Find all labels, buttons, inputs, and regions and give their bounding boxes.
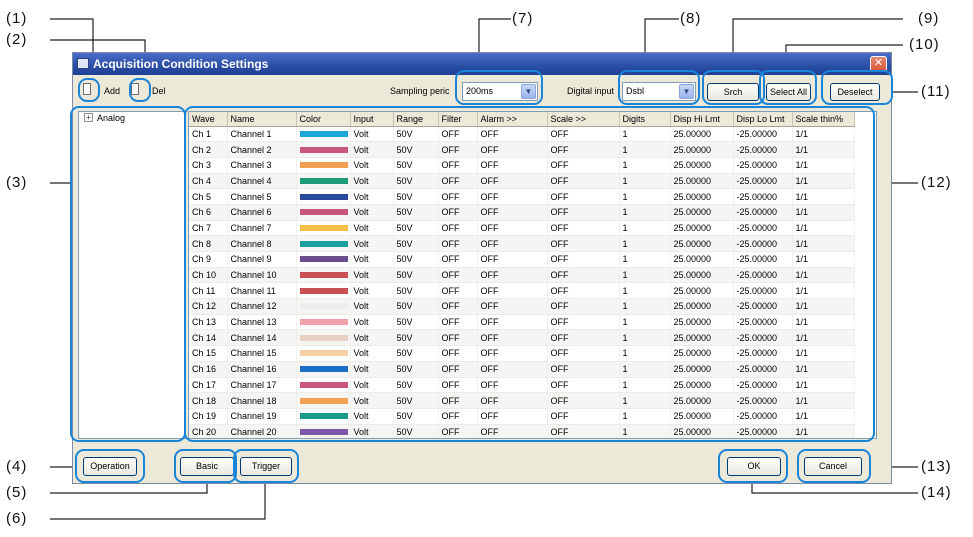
highlight-deselect [821, 70, 893, 105]
window-title: Acquisition Condition Settings [93, 57, 269, 71]
callout-13: (13) [921, 458, 952, 475]
highlight-basic [174, 449, 237, 483]
callout-3: (3) [6, 174, 28, 191]
callout-4: (4) [6, 458, 28, 475]
callout-8: (8) [680, 10, 702, 27]
sampling-period-label: Sampling peric [390, 86, 450, 96]
callout-1: (1) [6, 10, 28, 27]
highlight-digital [618, 70, 700, 105]
delete-button[interactable]: Del [152, 85, 166, 97]
highlight-del [129, 78, 151, 102]
add-button[interactable]: Add [104, 85, 120, 97]
highlight-search [702, 70, 765, 105]
callout-2: (2) [6, 31, 28, 48]
highlight-select-all [759, 70, 817, 105]
highlight-trigger [233, 449, 299, 483]
callout-line-6 [50, 478, 266, 520]
highlight-operation [75, 449, 145, 483]
highlight-add [78, 78, 100, 102]
callout-10: (10) [909, 36, 940, 53]
callout-9: (9) [918, 10, 940, 27]
highlight-cancel [797, 449, 871, 483]
callout-7: (7) [512, 10, 534, 27]
highlight-sampling [455, 70, 543, 105]
window-icon [77, 58, 89, 69]
highlight-tree [70, 106, 186, 442]
callout-11: (11) [921, 83, 951, 100]
highlight-ok [718, 449, 788, 483]
digital-input-label: Digital input [567, 86, 615, 96]
highlight-table [184, 106, 875, 442]
callout-14: (14) [921, 484, 952, 501]
callout-5: (5) [6, 484, 28, 501]
callout-6: (6) [6, 510, 28, 527]
callout-12: (12) [921, 174, 952, 191]
